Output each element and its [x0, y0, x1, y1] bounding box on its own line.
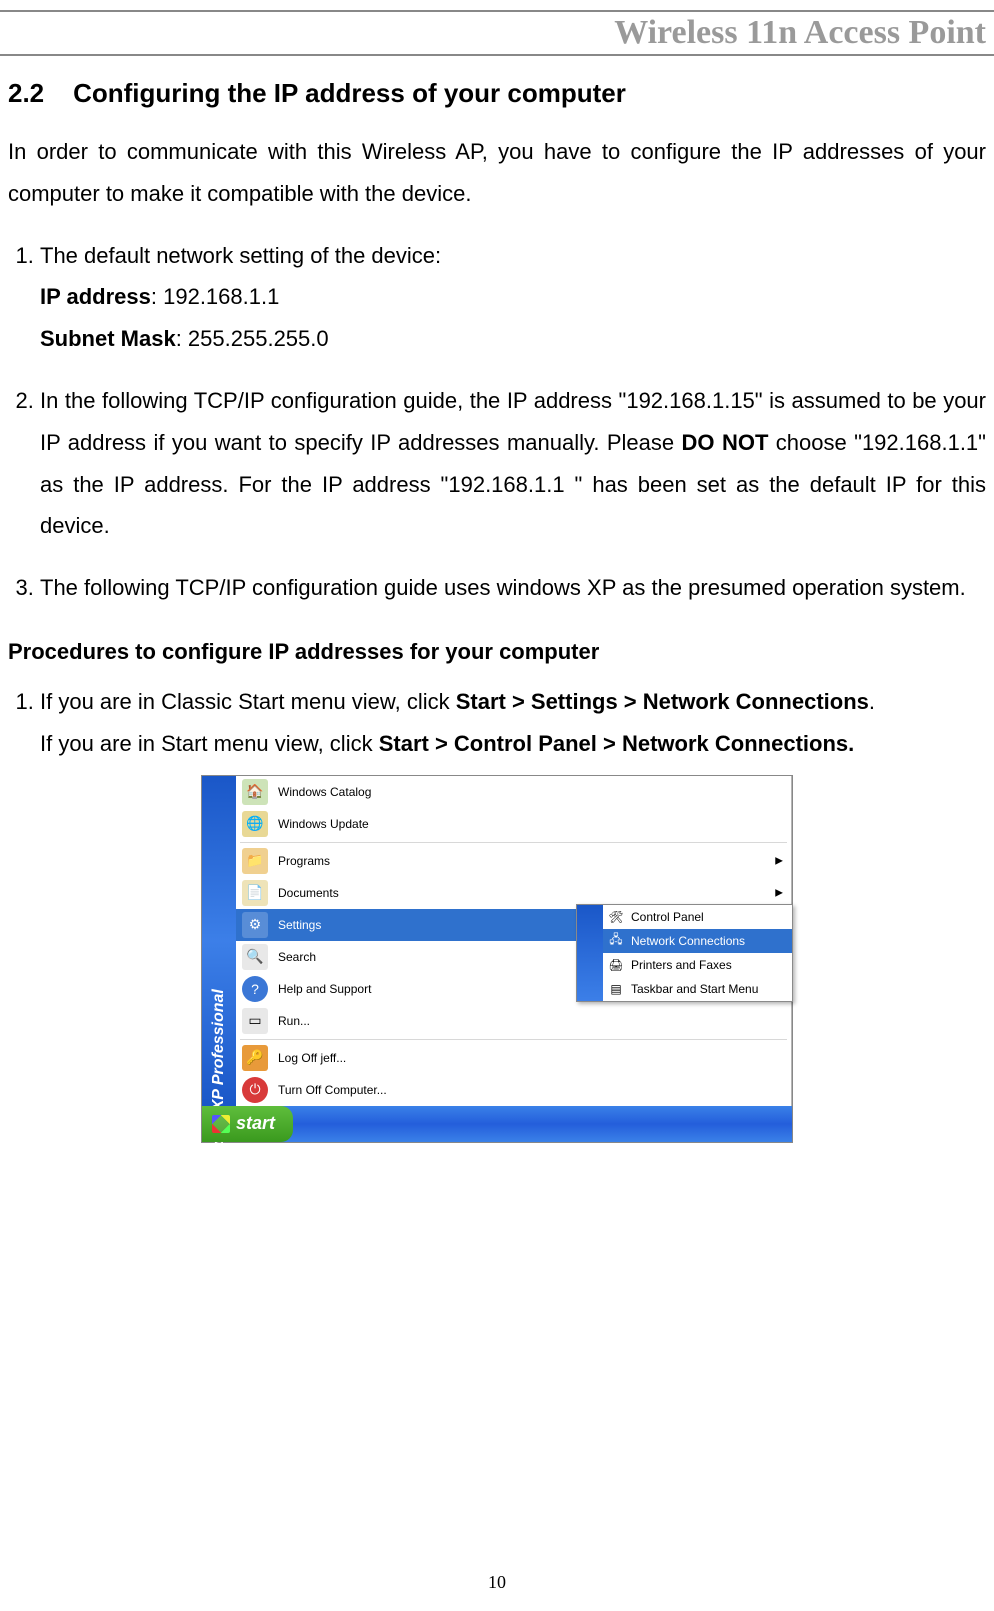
proc1a-end: .: [869, 689, 875, 714]
list-item: If you are in Classic Start menu view, c…: [40, 681, 986, 765]
submenu-label: Network Connections: [631, 934, 745, 948]
xp-start-menu-screenshot: Windows XP Professional 🏠 Windows Catalo…: [201, 775, 793, 1143]
chevron-right-icon: ▶: [775, 887, 783, 898]
item2-part-b: DO NOT: [682, 430, 769, 455]
logoff-icon: 🔑: [242, 1045, 268, 1071]
menu-label: Programs: [278, 854, 330, 868]
doc-title: Wireless 11n Access Point: [614, 14, 986, 51]
taskbar-icon: ▤: [607, 980, 625, 998]
section-title: Configuring the IP address of your compu…: [73, 78, 626, 108]
procedures-list: If you are in Classic Start menu view, c…: [8, 681, 986, 765]
list-item: The following TCP/IP configuration guide…: [40, 567, 986, 609]
settings-submenu: 🛠 Control Panel 🖧 Network Connections 🖨 …: [576, 904, 793, 1002]
item1-lead: The default network setting of the devic…: [40, 243, 441, 268]
settings-icon: ⚙: [242, 912, 268, 938]
menu-item-logoff[interactable]: 🔑 Log Off jeff...: [236, 1042, 791, 1074]
mask-label: Subnet Mask: [40, 326, 176, 351]
submenu-item-printers[interactable]: 🖨 Printers and Faxes: [603, 953, 792, 977]
menu-item-programs[interactable]: 📁 Programs ▶: [236, 845, 791, 877]
menu-label: Search: [278, 950, 316, 964]
search-icon: 🔍: [242, 944, 268, 970]
xp-taskbar: start: [202, 1106, 792, 1142]
run-icon: ▭: [242, 1008, 268, 1034]
menu-label: Run...: [278, 1014, 310, 1028]
printer-icon: 🖨: [607, 956, 625, 974]
documents-icon: 📄: [242, 880, 268, 906]
start-label: start: [236, 1113, 275, 1134]
menu-label: Log Off jeff...: [278, 1051, 346, 1065]
proc1a-text: If you are in Classic Start menu view, c…: [40, 689, 456, 714]
menu-divider: [240, 1039, 787, 1040]
catalog-icon: 🏠: [242, 779, 268, 805]
menu-item-windows-update[interactable]: 🌐 Windows Update: [236, 808, 791, 840]
xp-banner-text: Windows XP Professional: [210, 989, 228, 1185]
mask-value: : 255.255.255.0: [176, 326, 329, 351]
submenu-left-bar: [577, 905, 603, 1001]
page-number: 10: [0, 1572, 994, 1593]
menu-item-turnoff[interactable]: ⏻ Turn Off Computer...: [236, 1074, 791, 1106]
start-button[interactable]: start: [202, 1106, 293, 1142]
submenu-item-network-connections[interactable]: 🖧 Network Connections: [603, 929, 792, 953]
help-icon: ?: [242, 976, 268, 1002]
proc1b-text: If you are in Start menu view, click: [40, 731, 379, 756]
submenu-item-control-panel[interactable]: 🛠 Control Panel: [603, 905, 792, 929]
chevron-right-icon: ▶: [775, 855, 783, 866]
submenu-item-taskbar[interactable]: ▤ Taskbar and Start Menu: [603, 977, 792, 1001]
proc1a-bold: Start > Settings > Network Connections: [456, 689, 869, 714]
ip-value: : 192.168.1.1: [151, 284, 279, 309]
numbered-list-1: The default network setting of the devic…: [8, 235, 986, 609]
menu-label: Turn Off Computer...: [278, 1083, 387, 1097]
windows-flag-icon: [212, 1115, 230, 1133]
menu-label: Settings: [278, 918, 321, 932]
menu-item-windows-catalog[interactable]: 🏠 Windows Catalog: [236, 776, 791, 808]
proc1b-bold: Start > Control Panel > Network Connecti…: [379, 731, 855, 756]
shutdown-icon: ⏻: [242, 1077, 268, 1103]
control-panel-icon: 🛠: [607, 908, 625, 926]
ip-label: IP address: [40, 284, 151, 309]
network-icon: 🖧: [607, 932, 625, 950]
section-number: 2.2: [8, 78, 44, 108]
procedures-heading: Procedures to configure IP addresses for…: [8, 639, 986, 665]
update-icon: 🌐: [242, 811, 268, 837]
list-item: In the following TCP/IP configuration gu…: [40, 380, 986, 547]
submenu-label: Taskbar and Start Menu: [631, 982, 758, 996]
menu-item-run[interactable]: ▭ Run...: [236, 1005, 791, 1037]
list-item: The default network setting of the devic…: [40, 235, 986, 360]
intro-paragraph: In order to communicate with this Wirele…: [8, 131, 986, 215]
menu-label: Help and Support: [278, 982, 371, 996]
xp-left-banner: Windows XP Professional: [202, 776, 236, 1106]
menu-label: Documents: [278, 886, 339, 900]
menu-divider: [240, 842, 787, 843]
submenu-label: Control Panel: [631, 910, 704, 924]
doc-header: Wireless 11n Access Point: [0, 10, 994, 56]
menu-label: Windows Catalog: [278, 785, 371, 799]
section-heading: 2.2 Configuring the IP address of your c…: [8, 78, 986, 109]
menu-label: Windows Update: [278, 817, 369, 831]
item3-text: The following TCP/IP configuration guide…: [40, 575, 966, 600]
submenu-label: Printers and Faxes: [631, 958, 732, 972]
programs-icon: 📁: [242, 848, 268, 874]
